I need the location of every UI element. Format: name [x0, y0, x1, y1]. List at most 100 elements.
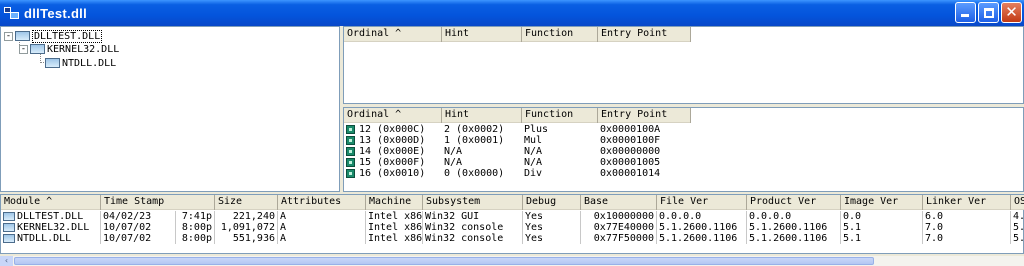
- module-row[interactable]: KERNEL32.DLL 10/07/02 8:00p 1,091,072 A …: [1, 222, 1024, 233]
- os-cell: 5.: [1013, 222, 1024, 233]
- module-row[interactable]: NTDLL.DLL 10/07/02 8:00p 551,936 A Intel…: [1, 233, 1024, 244]
- column-header-size[interactable]: Size: [215, 195, 278, 210]
- column-header-ordinal[interactable]: Ordinal ^: [344, 27, 442, 42]
- linker-ver-cell: 7.0: [923, 222, 1011, 233]
- imports-header: Ordinal ^ Hint Function Entry Point: [344, 27, 691, 42]
- function-icon: [346, 147, 355, 156]
- column-header-os[interactable]: OS: [1011, 195, 1024, 210]
- attributes-cell: A: [278, 222, 366, 233]
- column-header-linker-ver[interactable]: Linker Ver: [923, 195, 1011, 210]
- tree-item-label: DLLTEST.DLL: [32, 29, 103, 43]
- function-cell: Mul: [524, 135, 543, 146]
- size-cell: 221,240: [215, 211, 278, 222]
- horizontal-scrollbar[interactable]: ‹: [0, 256, 1024, 266]
- function-icon: [346, 136, 355, 145]
- tree-item-ntdll[interactable]: NTDLL.DLL: [45, 56, 116, 70]
- exports-header: Ordinal ^ Hint Function Entry Point: [344, 108, 691, 123]
- module-cell: NTDLL.DLL: [1, 233, 101, 244]
- module-name: KERNEL32.DLL: [17, 222, 90, 233]
- scroll-left-icon[interactable]: ‹: [0, 256, 13, 266]
- close-icon: ✕: [1005, 3, 1018, 21]
- app-icon: [4, 6, 20, 20]
- column-header-time-stamp[interactable]: Time Stamp: [101, 195, 215, 210]
- column-header-subsystem[interactable]: Subsystem: [423, 195, 523, 210]
- module-icon: [3, 233, 15, 243]
- product-ver-cell: 0.0.0.0: [747, 211, 841, 222]
- column-header-module[interactable]: Module ^: [1, 195, 101, 210]
- date-cell: 10/07/02: [101, 233, 176, 244]
- column-header-entry-point[interactable]: Entry Point: [598, 27, 691, 42]
- function-cell: N/A: [524, 157, 543, 168]
- collapse-icon[interactable]: -: [19, 44, 28, 54]
- minimize-button[interactable]: [955, 2, 976, 23]
- function-icon: [346, 169, 355, 178]
- size-cell: 551,936: [215, 233, 278, 244]
- subsystem-cell: Win32 console: [423, 233, 523, 244]
- module-cell: KERNEL32.DLL: [1, 222, 101, 233]
- function-cell: Div: [524, 168, 543, 179]
- attributes-cell: A: [278, 211, 366, 222]
- column-header-attributes[interactable]: Attributes: [278, 195, 366, 210]
- date-cell: 10/07/02: [101, 222, 176, 233]
- file-ver-cell: 5.1.2600.1106: [657, 233, 747, 244]
- module-icon: [15, 31, 30, 41]
- subsystem-cell: Win32 GUI: [423, 211, 523, 222]
- column-header-debug[interactable]: Debug: [523, 195, 581, 210]
- scrollbar-thumb[interactable]: [14, 257, 874, 265]
- subsystem-cell: Win32 console: [423, 222, 523, 233]
- column-header-hint[interactable]: Hint: [442, 27, 522, 42]
- maximize-button[interactable]: [978, 2, 999, 23]
- tree-item-dlltest[interactable]: - DLLTEST.DLL: [4, 29, 103, 43]
- module-icon: [3, 222, 15, 232]
- column-header-file-ver[interactable]: File Ver: [657, 195, 747, 210]
- exports-list[interactable]: Ordinal ^ Hint Function Entry Point 12 (…: [343, 107, 1024, 192]
- function-icon: [346, 125, 355, 134]
- debug-cell: Yes: [523, 233, 581, 244]
- ordinal-cell: 15 (0x000F): [359, 157, 426, 168]
- export-row[interactable]: 14 (0x000E) N/A N/A 0x00000000: [344, 146, 691, 157]
- image-ver-cell: 5.1: [841, 233, 923, 244]
- debug-cell: Yes: [523, 222, 581, 233]
- module-icon: [45, 58, 60, 68]
- machine-cell: Intel x86: [368, 233, 423, 244]
- column-header-base[interactable]: Base: [581, 195, 657, 210]
- function-cell: Plus: [524, 124, 549, 135]
- imports-list[interactable]: Ordinal ^ Hint Function Entry Point: [343, 26, 1024, 104]
- machine-cell: Intel x86: [368, 222, 423, 233]
- file-ver-cell: 5.1.2600.1106: [657, 222, 747, 233]
- size-cell: 1,091,072: [215, 222, 278, 233]
- function-cell: N/A: [524, 146, 543, 157]
- ordinal-cell: 14 (0x000E): [359, 146, 426, 157]
- module-tree[interactable]: - DLLTEST.DLL - KERNEL32.DLL NTDLL.DLL: [0, 26, 340, 192]
- time-cell: 8:00p: [176, 233, 215, 244]
- window-title: dllTest.dll: [24, 5, 88, 21]
- module-list[interactable]: Module ^ Time Stamp Size Attributes Mach…: [0, 194, 1024, 254]
- maximize-icon: [984, 8, 994, 18]
- module-row[interactable]: DLLTEST.DLL 04/02/23 7:41p 221,240 A Int…: [1, 211, 1024, 222]
- module-icon: [30, 44, 45, 54]
- module-cell: DLLTEST.DLL: [1, 211, 101, 222]
- linker-ver-cell: 6.0: [923, 211, 1011, 222]
- tree-item-kernel32[interactable]: - KERNEL32.DLL: [19, 42, 119, 56]
- minimize-icon: [961, 14, 969, 17]
- title-bar[interactable]: dllTest.dll ✕: [0, 0, 1024, 26]
- export-row[interactable]: 15 (0x000F) N/A N/A 0x00001005: [344, 157, 691, 168]
- column-header-image-ver[interactable]: Image Ver: [841, 195, 923, 210]
- product-ver-cell: 5.1.2600.1106: [747, 222, 841, 233]
- column-header-product-ver[interactable]: Product Ver: [747, 195, 841, 210]
- collapse-icon[interactable]: -: [4, 31, 13, 41]
- column-header-function[interactable]: Function: [522, 27, 598, 42]
- module-icon: [3, 211, 15, 221]
- column-header-function[interactable]: Function: [522, 108, 598, 123]
- column-header-entry-point[interactable]: Entry Point: [598, 108, 691, 123]
- column-header-machine[interactable]: Machine: [366, 195, 423, 210]
- export-row[interactable]: 12 (0x000C) 2 (0x0002) Plus 0x0000100A: [344, 124, 691, 135]
- image-ver-cell: 0.0: [841, 211, 923, 222]
- tree-item-label: KERNEL32.DLL: [47, 43, 120, 55]
- column-header-ordinal[interactable]: Ordinal ^: [344, 108, 442, 123]
- column-header-hint[interactable]: Hint: [442, 108, 522, 123]
- export-row[interactable]: 16 (0x0010) 0 (0x0000) Div 0x00001014: [344, 168, 691, 179]
- export-row[interactable]: 13 (0x000D) 1 (0x0001) Mul 0x0000100F: [344, 135, 691, 146]
- ordinal-cell: 16 (0x0010): [359, 168, 426, 179]
- close-button[interactable]: ✕: [1001, 2, 1022, 23]
